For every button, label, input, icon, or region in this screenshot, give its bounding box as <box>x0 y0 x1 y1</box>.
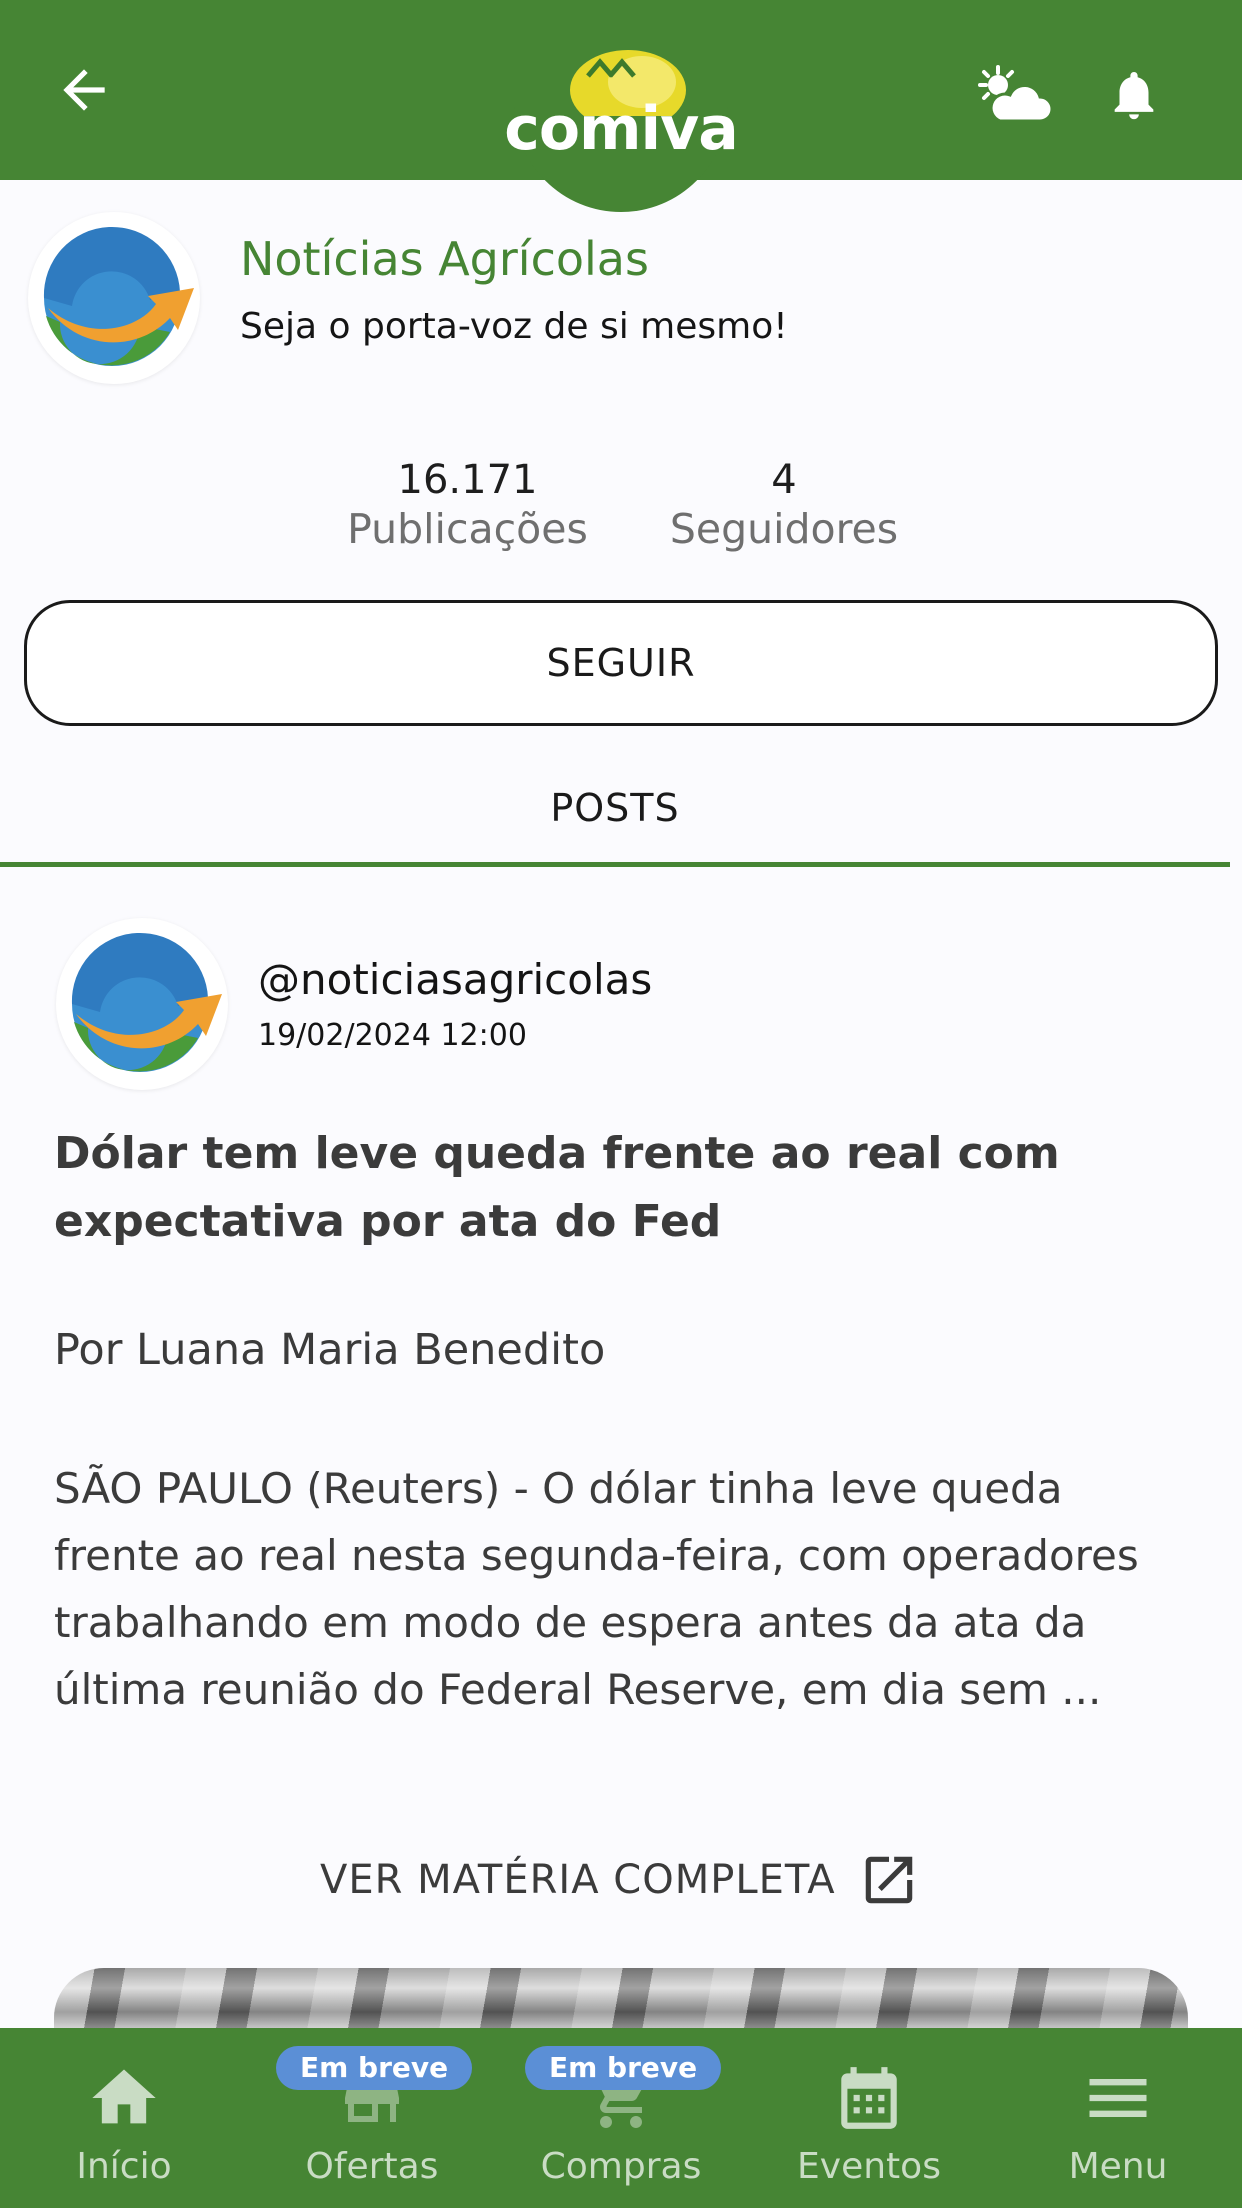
post-byline: Por Luana Maria Benedito <box>54 1325 606 1375</box>
globe-arrow-logo-icon <box>71 932 222 1072</box>
globe-arrow-logo-icon <box>43 226 194 366</box>
calendar-icon <box>841 2067 897 2129</box>
nav-label-compras: Compras <box>540 2146 702 2187</box>
weather-button[interactable] <box>968 50 1058 140</box>
post-author-handle[interactable]: @noticiasagricolas <box>258 955 652 1004</box>
followers-stat: 4 Seguidores <box>660 456 908 554</box>
publications-label: Publicações <box>347 505 588 553</box>
partly-cloudy-icon <box>978 65 1052 123</box>
profile-avatar <box>28 212 200 384</box>
post-date: 19/02/2024 12:00 <box>258 1018 527 1053</box>
profile-name: Notícias Agrícolas <box>240 232 649 286</box>
tab-posts[interactable]: POSTS <box>0 750 1230 866</box>
nav-label-ofertas: Ofertas <box>305 2146 439 2187</box>
open-in-new-icon <box>865 1856 912 1904</box>
post-author-avatar[interactable] <box>56 918 228 1090</box>
nav-label-menu: Menu <box>1068 2146 1168 2187</box>
post-excerpt: SÃO PAULO (Reuters) - O dólar tinha leve… <box>54 1464 1139 1714</box>
post-title: Dólar tem leve queda frente ao real com … <box>54 1128 1060 1247</box>
home-icon <box>92 2069 156 2124</box>
followers-count: 4 <box>771 457 797 503</box>
see-full-article-link[interactable]: VER MATÉRIA COMPLETA <box>320 1845 920 1915</box>
bell-icon <box>1114 72 1154 120</box>
nav-label-inicio: Início <box>76 2146 172 2187</box>
follow-button[interactable]: SEGUIR <box>24 600 1218 726</box>
notifications-button[interactable] <box>1092 50 1176 140</box>
comiva-logo: comiva <box>500 46 742 166</box>
arrow-left-icon <box>63 69 105 111</box>
nav-item-eventos[interactable]: Eventos <box>745 2028 993 2208</box>
publications-count: 16.171 <box>397 457 538 503</box>
see-full-article-label: VER MATÉRIA COMPLETA <box>320 1857 836 1903</box>
coming-soon-badge-ofertas: Em breve <box>276 2046 473 2090</box>
nav-item-inicio[interactable]: Início <box>0 2028 248 2208</box>
menu-icon <box>1089 2079 1147 2117</box>
logo-wordmark: comiva <box>504 94 738 164</box>
profile-tagline: Seja o porta-voz de si mesmo! <box>240 306 788 347</box>
nav-label-eventos: Eventos <box>797 2146 941 2187</box>
nav-item-menu[interactable]: Menu <box>994 2028 1242 2208</box>
followers-label: Seguidores <box>669 505 899 553</box>
back-button[interactable] <box>44 50 124 130</box>
publications-stat: 16.171 Publicações <box>330 456 605 554</box>
coming-soon-badge-compras: Em breve <box>525 2046 722 2090</box>
tab-indicator <box>0 862 1230 867</box>
